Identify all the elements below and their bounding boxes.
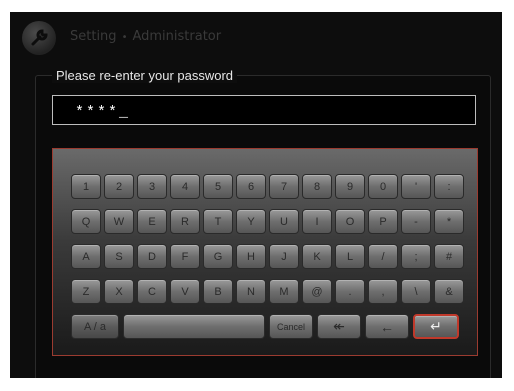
key-3-0[interactable]: Z	[71, 279, 101, 304]
key-1-4[interactable]: T	[203, 209, 233, 234]
key-2-3[interactable]: F	[170, 244, 200, 269]
key-1-3[interactable]: R	[170, 209, 200, 234]
key-2-4[interactable]: G	[203, 244, 233, 269]
key-3-4[interactable]: B	[203, 279, 233, 304]
key-1-0[interactable]: Q	[71, 209, 101, 234]
key-0-8[interactable]: 9	[335, 174, 365, 199]
key-1-7[interactable]: I	[302, 209, 332, 234]
key-0-1[interactable]: 2	[104, 174, 134, 199]
key-1-9[interactable]: P	[368, 209, 398, 234]
key-0-3[interactable]: 4	[170, 174, 200, 199]
breadcrumb-administrator: Administrator	[132, 29, 222, 44]
password-prompt: Please re-enter your password	[52, 68, 238, 83]
key-3-2[interactable]: C	[137, 279, 167, 304]
key-2-9[interactable]: /	[368, 244, 398, 269]
key-1-11[interactable]: *	[434, 209, 464, 234]
key-3-10[interactable]: \	[401, 279, 431, 304]
case-toggle-key[interactable]: A / a	[71, 314, 119, 339]
key-3-1[interactable]: X	[104, 279, 134, 304]
breadcrumb-setting[interactable]: Setting	[70, 29, 117, 44]
key-2-0[interactable]: A	[71, 244, 101, 269]
breadcrumb: Setting • Administrator	[70, 29, 221, 44]
key-3-3[interactable]: V	[170, 279, 200, 304]
key-3-7[interactable]: @	[302, 279, 332, 304]
key-1-1[interactable]: W	[104, 209, 134, 234]
clear-all-key[interactable]: ↞	[317, 314, 361, 339]
key-3-9[interactable]: ,	[368, 279, 398, 304]
key-2-10[interactable]: ;	[401, 244, 431, 269]
key-0-6[interactable]: 7	[269, 174, 299, 199]
key-0-5[interactable]: 6	[236, 174, 266, 199]
on-screen-keyboard: A / a Cancel ↞ ← ↵ 1 2 3 4 5 6 7 8 9 0 ': Q W E R T Y U I O…	[52, 148, 478, 356]
key-1-6[interactable]: U	[269, 209, 299, 234]
key-2-2[interactable]: D	[137, 244, 167, 269]
key-0-11[interactable]: :	[434, 174, 464, 199]
key-0-4[interactable]: 5	[203, 174, 233, 199]
key-2-5[interactable]: H	[236, 244, 266, 269]
key-2-6[interactable]: J	[269, 244, 299, 269]
cancel-key[interactable]: Cancel	[269, 314, 313, 339]
password-field[interactable]: ****_	[52, 95, 476, 125]
key-1-2[interactable]: E	[137, 209, 167, 234]
key-0-2[interactable]: 3	[137, 174, 167, 199]
key-0-10[interactable]: '	[401, 174, 431, 199]
enter-key[interactable]: ↵	[413, 314, 459, 339]
key-2-8[interactable]: L	[335, 244, 365, 269]
wrench-icon	[22, 21, 56, 55]
space-key[interactable]	[123, 314, 265, 339]
key-3-6[interactable]: M	[269, 279, 299, 304]
key-2-1[interactable]: S	[104, 244, 134, 269]
key-3-11[interactable]: &	[434, 279, 464, 304]
key-3-5[interactable]: N	[236, 279, 266, 304]
breadcrumb-separator: •	[121, 32, 128, 43]
key-2-7[interactable]: K	[302, 244, 332, 269]
key-1-8[interactable]: O	[335, 209, 365, 234]
key-1-5[interactable]: Y	[236, 209, 266, 234]
key-0-9[interactable]: 0	[368, 174, 398, 199]
key-0-0[interactable]: 1	[71, 174, 101, 199]
password-value: ****_	[75, 104, 131, 121]
key-1-10[interactable]: -	[401, 209, 431, 234]
key-0-7[interactable]: 8	[302, 174, 332, 199]
key-2-11[interactable]: #	[434, 244, 464, 269]
backspace-key[interactable]: ←	[365, 314, 409, 339]
header: Setting • Administrator	[10, 12, 502, 68]
key-3-8[interactable]: .	[335, 279, 365, 304]
screen: Setting • Administrator Please re-enter yo…	[10, 12, 502, 378]
